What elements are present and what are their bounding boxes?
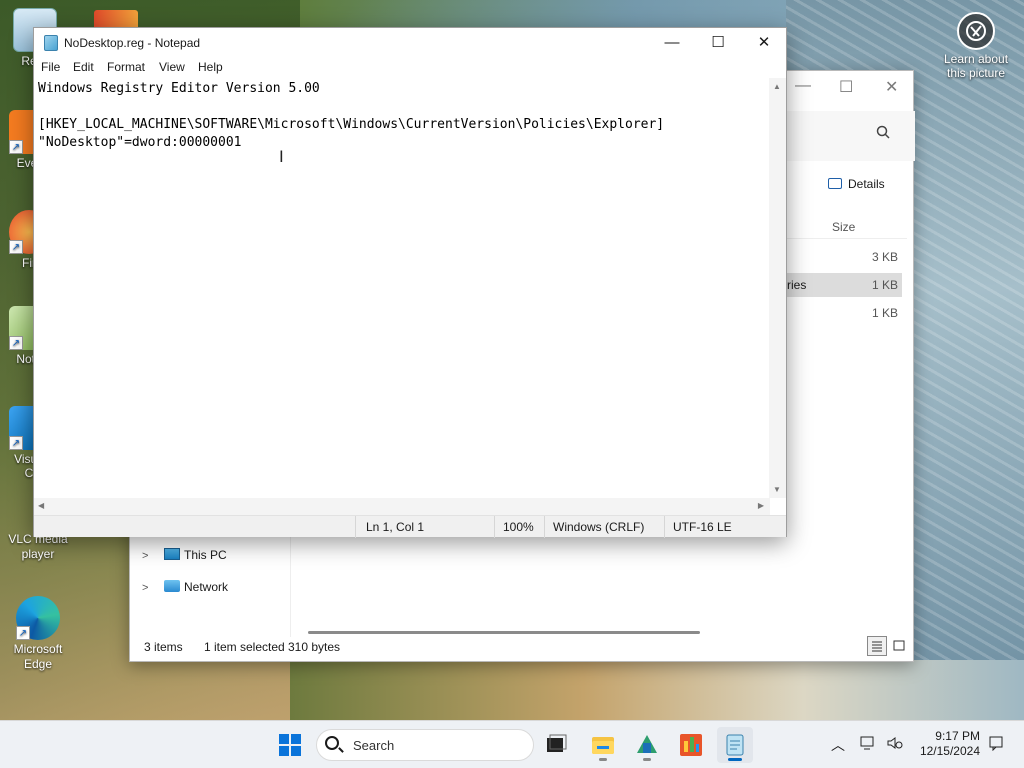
file-row[interactable]: 3 KB (787, 245, 902, 269)
minimize-button[interactable]: — (649, 28, 695, 58)
notepad-window[interactable]: NoDesktop.reg - Notepad — ☐ ✕ File Edit … (33, 27, 787, 538)
nav-pane-divider (290, 537, 291, 637)
search-icon (325, 736, 339, 750)
status-line-endings: Windows (CRLF) (553, 520, 645, 534)
explorer-titlebar[interactable]: — ☐ ✕ (787, 71, 915, 103)
status-position: Ln 1, Col 1 (366, 520, 425, 534)
shortcut-arrow-icon: ↗ (16, 626, 30, 640)
details-pane-icon (828, 178, 842, 189)
file-row[interactable]: 1 KB (787, 301, 902, 325)
notepad-icon (44, 35, 58, 51)
computer-icon (164, 548, 180, 560)
close-icon[interactable]: ✕ (885, 77, 898, 97)
status-bytes: 310 bytes (288, 640, 341, 654)
text-line (38, 98, 766, 116)
close-button[interactable]: ✕ (741, 28, 787, 58)
shortcut-arrow-icon: ↗ (9, 140, 23, 154)
minimize-icon[interactable]: — (795, 77, 811, 95)
scroll-up-icon[interactable]: ▲ (773, 82, 781, 91)
menu-file[interactable]: File (41, 60, 60, 74)
active-indicator (728, 758, 742, 761)
menu-bar: File Edit Format View Help (34, 58, 786, 78)
vertical-scrollbar[interactable]: ▲ ▼ (769, 78, 786, 498)
status-separator (664, 516, 665, 538)
text-cursor-icon: I (279, 147, 284, 166)
shortcut-arrow-icon: ↗ (9, 240, 23, 254)
notepad-statusbar: Ln 1, Col 1 100% Windows (CRLF) UTF-16 L… (34, 515, 786, 538)
camera-icon (957, 12, 995, 50)
tiles-view-icon (893, 640, 905, 651)
column-header-size[interactable]: Size (787, 215, 907, 239)
network-icon[interactable] (860, 735, 878, 754)
scroll-left-icon[interactable]: ◀ (38, 501, 44, 510)
taskbar-search-box[interactable]: Search (316, 729, 534, 761)
running-indicator (643, 758, 651, 761)
horizontal-scrollbar[interactable]: ◀ ▶ (34, 498, 770, 515)
running-indicator (599, 758, 607, 761)
chevron-right-icon[interactable]: > (142, 550, 156, 562)
menu-help[interactable]: Help (198, 60, 223, 74)
desktop-icon-edge[interactable]: ↗ Microsoft Edge (5, 596, 71, 672)
shortcut-arrow-icon: ↗ (9, 436, 23, 450)
status-encoding: UTF-16 LE (673, 520, 732, 534)
maximize-button[interactable]: ☐ (695, 28, 741, 58)
text-line: Windows Registry Editor Version 5.00 (38, 81, 320, 96)
learn-about-picture[interactable]: Learn about this picture (938, 12, 1014, 80)
status-separator (544, 516, 545, 538)
chevron-up-icon[interactable]: ︿ (831, 735, 845, 755)
status-selected: 1 item selected (204, 640, 285, 654)
explorer-addressbar-area (787, 111, 915, 161)
window-title: NoDesktop.reg - Notepad (64, 36, 201, 50)
app-icon (680, 734, 702, 756)
scroll-right-icon[interactable]: ▶ (758, 501, 764, 510)
status-separator (355, 516, 356, 538)
volume-muted-icon[interactable] (886, 735, 904, 754)
notifications-icon[interactable] (988, 735, 1006, 754)
taskbar-notepad[interactable] (717, 727, 753, 763)
task-view-button[interactable] (538, 727, 574, 763)
taskbar: Search ︿ 9:17 PM 12/15/2024 (0, 720, 1024, 768)
clock[interactable]: 9:17 PM 12/15/2024 (918, 729, 980, 759)
taskbar-file-explorer[interactable] (585, 727, 621, 763)
taskbar-app-orange[interactable] (673, 727, 709, 763)
file-row-selected[interactable]: ntries 1 KB (777, 273, 902, 297)
text-editor-area[interactable]: Windows Registry Editor Version 5.00 [HK… (34, 78, 770, 498)
menu-edit[interactable]: Edit (73, 60, 94, 74)
menu-view[interactable]: View (159, 60, 185, 74)
text-line: "NoDesktop"=dword:00000001 (38, 135, 242, 150)
maximize-icon[interactable]: ☐ (839, 77, 853, 97)
details-view-button[interactable] (867, 636, 887, 656)
shortcut-arrow-icon: ↗ (9, 336, 23, 350)
network-icon (164, 580, 180, 592)
edge-icon: ↗ (16, 596, 60, 640)
search-icon[interactable] (876, 125, 890, 142)
tiles-view-button[interactable] (889, 636, 909, 656)
status-separator (494, 516, 495, 538)
scroll-down-icon[interactable]: ▼ (773, 485, 781, 494)
explorer-statusbar: 3 items 1 item selected 310 bytes (130, 631, 913, 661)
chevron-right-icon[interactable]: > (142, 582, 156, 594)
clock-date: 12/15/2024 (919, 744, 980, 758)
status-zoom: 100% (503, 520, 534, 534)
task-view-icon (547, 734, 567, 752)
notepad-titlebar[interactable]: NoDesktop.reg - Notepad — ☐ ✕ (34, 28, 786, 58)
details-pane-button[interactable]: Details (828, 177, 885, 191)
nav-item-this-pc[interactable]: > This PC (142, 548, 227, 562)
status-item-count: 3 items (144, 640, 183, 654)
wallpaper-beach (290, 660, 1024, 720)
clock-time: 9:17 PM (935, 729, 980, 743)
details-view-icon (872, 641, 882, 652)
menu-format[interactable]: Format (107, 60, 145, 74)
nav-item-network[interactable]: > Network (142, 580, 228, 594)
text-line: [HKEY_LOCAL_MACHINE\SOFTWARE\Microsoft\W… (38, 117, 665, 132)
windows-start-icon (279, 734, 301, 756)
start-button[interactable] (272, 727, 308, 763)
taskbar-app-green[interactable] (629, 727, 665, 763)
